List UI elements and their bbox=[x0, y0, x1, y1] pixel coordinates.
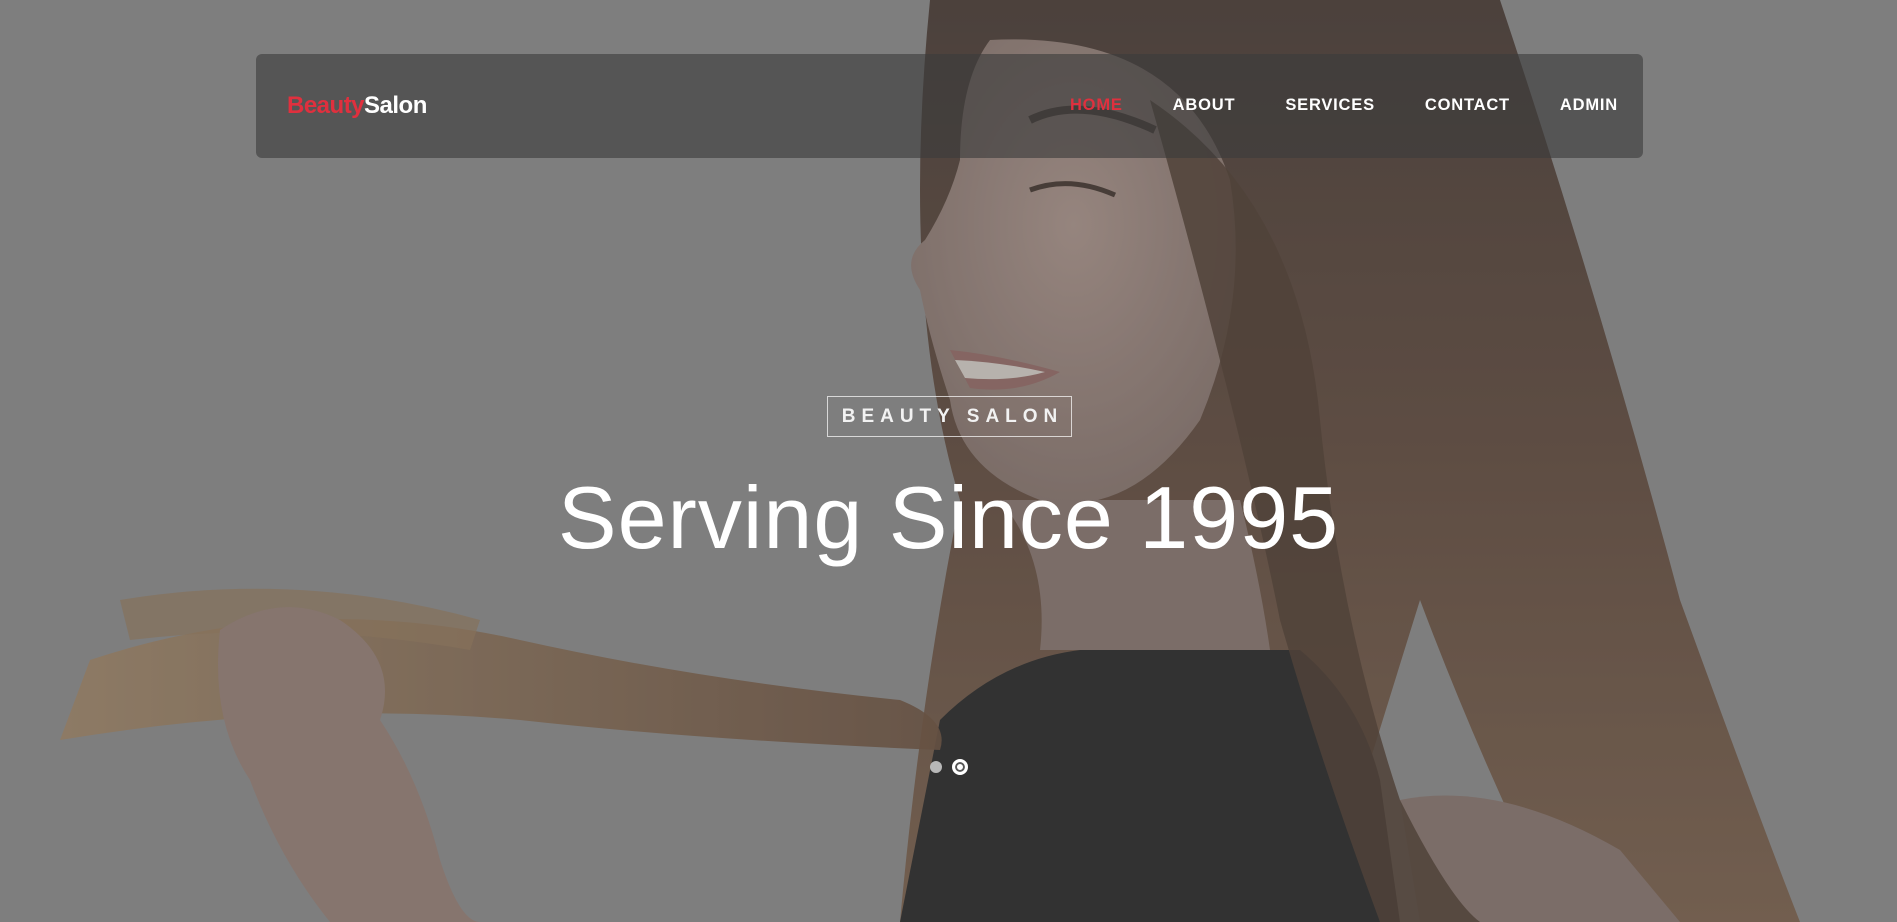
hero-tagline: BEAUTY SALON bbox=[841, 405, 1064, 427]
brand-part-salon: Salon bbox=[364, 92, 427, 119]
slider-dot-1[interactable] bbox=[930, 761, 942, 773]
brand-logo[interactable]: BeautySalon bbox=[287, 92, 427, 120]
main-navbar: BeautySalon HOME ABOUT SERVICES CONTACT … bbox=[256, 54, 1643, 158]
slider-pagination bbox=[930, 759, 968, 775]
nav-about-link[interactable]: ABOUT bbox=[1173, 96, 1236, 115]
slider-dot-2-active[interactable] bbox=[952, 759, 968, 775]
nav-services-link[interactable]: SERVICES bbox=[1285, 96, 1375, 115]
hero-tagline-box: BEAUTY SALON bbox=[827, 396, 1072, 437]
nav-contact-link[interactable]: CONTACT bbox=[1425, 96, 1510, 115]
nav-home-link[interactable]: HOME bbox=[1070, 96, 1123, 115]
nav-menu: HOME ABOUT SERVICES CONTACT ADMIN bbox=[1020, 96, 1618, 115]
brand-part-beauty: Beauty bbox=[287, 92, 365, 119]
hero-slider: BeautySalon HOME ABOUT SERVICES CONTACT … bbox=[0, 0, 1897, 922]
hero-headline: Serving Since 1995 bbox=[557, 468, 1340, 567]
nav-admin-link[interactable]: ADMIN bbox=[1560, 96, 1618, 115]
